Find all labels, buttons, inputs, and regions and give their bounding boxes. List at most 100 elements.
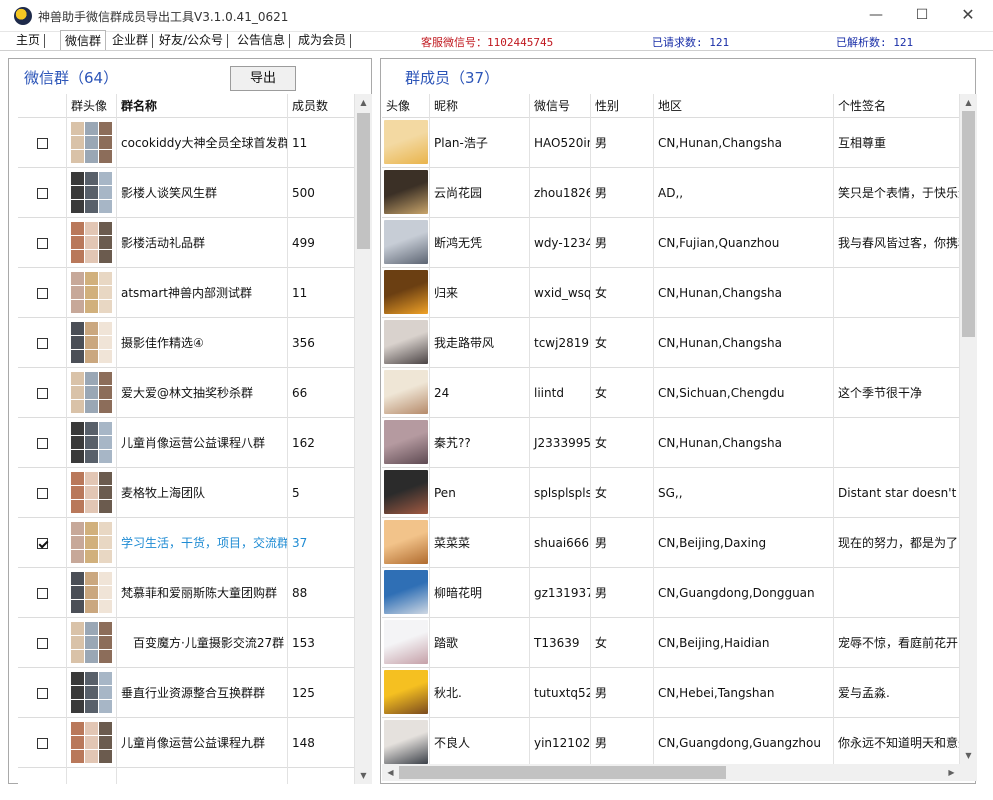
member-count: 356	[288, 318, 355, 368]
minimize-button[interactable]: —	[853, 0, 899, 30]
row-checkbox[interactable]	[36, 188, 48, 199]
col-member-count: 成员数	[288, 94, 355, 118]
scroll-down-icon[interactable]: ▼	[960, 747, 977, 764]
member-vertical-scrollbar[interactable]: ▲ ▼	[960, 94, 977, 764]
row-checkbox[interactable]	[36, 138, 48, 149]
tab-home[interactable]: 主页	[12, 32, 46, 50]
close-button[interactable]: ✕	[945, 0, 991, 30]
table-row[interactable]: 云尚花园zhou1826男AD,,笑只是个表情，于快乐无关	[382, 168, 960, 218]
member-count: 37	[288, 518, 355, 568]
table-row[interactable]: 爱大爱@林文抽奖秒杀群 66	[18, 368, 355, 418]
table-row[interactable]: 麦格牧上海团队 5	[18, 468, 355, 518]
row-checkbox-cell[interactable]	[18, 368, 67, 418]
row-checkbox[interactable]	[36, 238, 48, 249]
row-checkbox[interactable]	[36, 438, 48, 449]
table-row[interactable]: Pen splsplspls 女 SG,, Distant star doesn't l	[382, 468, 960, 518]
table-row[interactable]: Plan-浩子 HAO520in 男 CN,Hunan,Changsha 互相尊重	[382, 118, 960, 168]
table-row[interactable]: 影楼活动礼品群 499	[18, 218, 355, 268]
table-row[interactable]: cocokiddy大神全员全球首发群 11	[18, 118, 355, 168]
tab-enterprise-groups[interactable]: 企业群	[108, 32, 154, 50]
row-checkbox-cell[interactable]	[18, 618, 67, 668]
member-gender: 男	[591, 568, 654, 618]
member-horizontal-scrollbar[interactable]: ◀ ▶	[382, 764, 960, 781]
row-checkbox[interactable]	[36, 688, 48, 699]
member-signature: 爱与孟淼.	[834, 668, 960, 718]
member-count: 125	[288, 668, 355, 718]
table-row[interactable]: 秋北. tutuxtq52 男 CN,Hebei,Tangshan 爱与孟淼.	[382, 668, 960, 718]
row-checkbox-cell[interactable]	[18, 668, 67, 718]
row-checkbox-cell[interactable]	[18, 718, 67, 768]
row-checkbox[interactable]	[36, 338, 48, 349]
group-avatar	[71, 471, 112, 513]
row-checkbox[interactable]	[36, 388, 48, 399]
tab-announcements[interactable]: 公告信息	[233, 32, 291, 50]
group-avatar-cell	[67, 118, 117, 168]
table-row[interactable]: 梵慕菲和爱丽斯陈大童团购群 88	[18, 568, 355, 618]
row-checkbox[interactable]	[36, 288, 48, 299]
member-count: 148	[288, 718, 355, 768]
table-row[interactable]	[18, 768, 355, 784]
table-row[interactable]: 柳暗花明 gz131937 男 CN,Guangdong,Dongguan	[382, 568, 960, 618]
table-row[interactable]: 学习生活，干货，项目，交流群 37	[18, 518, 355, 568]
table-row[interactable]: 垂直行业资源整合互换群群 125	[18, 668, 355, 718]
scroll-thumb[interactable]	[399, 766, 726, 779]
row-checkbox[interactable]	[36, 738, 48, 749]
row-checkbox-cell[interactable]	[18, 418, 67, 468]
tab-separator	[227, 34, 229, 48]
scroll-right-icon[interactable]: ▶	[943, 764, 960, 781]
group-name: cocokiddy大神全员全球首发群	[117, 118, 288, 168]
scroll-up-icon[interactable]: ▲	[960, 94, 977, 111]
row-checkbox-cell[interactable]	[18, 268, 67, 318]
export-button[interactable]: 导出	[230, 66, 296, 91]
group-avatar	[71, 171, 112, 213]
tab-friends-official[interactable]: 好友/公众号	[155, 32, 229, 50]
tab-membership[interactable]: 成为会员	[294, 32, 352, 50]
table-row[interactable]: 归来 wxid_wsq 女 CN,Hunan,Changsha	[382, 268, 960, 318]
row-checkbox-cell[interactable]	[18, 118, 67, 168]
group-vertical-scrollbar[interactable]: ▲ ▼	[355, 94, 372, 784]
table-row[interactable]: 断鸿无凭 wdy-1234 男 CN,Fujian,Quanzhou 我与春风皆过客，你…	[382, 218, 960, 268]
avatar	[384, 720, 428, 764]
tab-wechat-groups[interactable]: 微信群	[60, 30, 107, 50]
row-checkbox-cell[interactable]	[18, 168, 67, 218]
row-checkbox-cell[interactable]	[18, 318, 67, 368]
member-count	[288, 768, 355, 784]
table-row[interactable]: 我走路带风 tcwj2819 女 CN,Hunan,Changsha	[382, 318, 960, 368]
table-row[interactable]: 摄影佳作精选④ 356	[18, 318, 355, 368]
member-count: 5	[288, 468, 355, 518]
row-checkbox[interactable]	[36, 588, 48, 599]
table-row[interactable]: 百变魔方·儿童摄影交流27群 153	[18, 618, 355, 668]
row-checkbox-cell[interactable]	[18, 768, 67, 784]
group-avatar-cell	[67, 568, 117, 618]
group-avatar-cell	[67, 318, 117, 368]
service-wechat-id: 客服微信号：1102445745	[421, 36, 554, 49]
member-region: CN,Hunan,Changsha	[654, 418, 834, 468]
row-checkbox-cell[interactable]	[18, 518, 67, 568]
group-avatar-cell	[67, 718, 117, 768]
table-row[interactable]: 儿童肖像运营公益课程九群 148	[18, 718, 355, 768]
row-checkbox-cell[interactable]	[18, 468, 67, 518]
group-panel: 微信群（64） 导出 群头像 群名称 成员数 cocokiddy大神全员全球首发…	[8, 58, 372, 784]
scroll-thumb[interactable]	[357, 113, 370, 249]
row-checkbox[interactable]	[36, 638, 48, 649]
maximize-button[interactable]: ☐	[899, 0, 945, 30]
row-checkbox[interactable]	[36, 538, 48, 549]
table-row[interactable]: 儿童肖像运营公益课程八群 162	[18, 418, 355, 468]
table-row[interactable]: 24 liintd 女 CN,Sichuan,Chengdu 这个季节很干净	[382, 368, 960, 418]
scroll-up-icon[interactable]: ▲	[355, 94, 372, 111]
table-row[interactable]: 秦艽?? J2333995 女 CN,Hunan,Changsha	[382, 418, 960, 468]
scroll-left-icon[interactable]: ◀	[382, 764, 399, 781]
table-row[interactable]: 不良人yin121026男CN,Guangdong,Guangzhou你永远不知…	[382, 718, 960, 764]
tab-label: 好友/公众号	[159, 33, 224, 47]
scroll-thumb[interactable]	[962, 111, 975, 337]
member-count: 11	[288, 268, 355, 318]
table-row[interactable]: 踏歌 T13639 女 CN,Beijing,Haidian 宠辱不惊，看庭前花开	[382, 618, 960, 668]
table-row[interactable]: 菜菜菜 shuai666n 男 CN,Beijing,Daxing 现在的努力，都是为了	[382, 518, 960, 568]
scroll-down-icon[interactable]: ▼	[355, 767, 372, 784]
table-row[interactable]: 影楼人谈笑风生群 500	[18, 168, 355, 218]
avatar	[384, 270, 428, 314]
row-checkbox-cell[interactable]	[18, 568, 67, 618]
row-checkbox-cell[interactable]	[18, 218, 67, 268]
table-row[interactable]: atsmart神兽内部测试群 11	[18, 268, 355, 318]
row-checkbox[interactable]	[36, 488, 48, 499]
